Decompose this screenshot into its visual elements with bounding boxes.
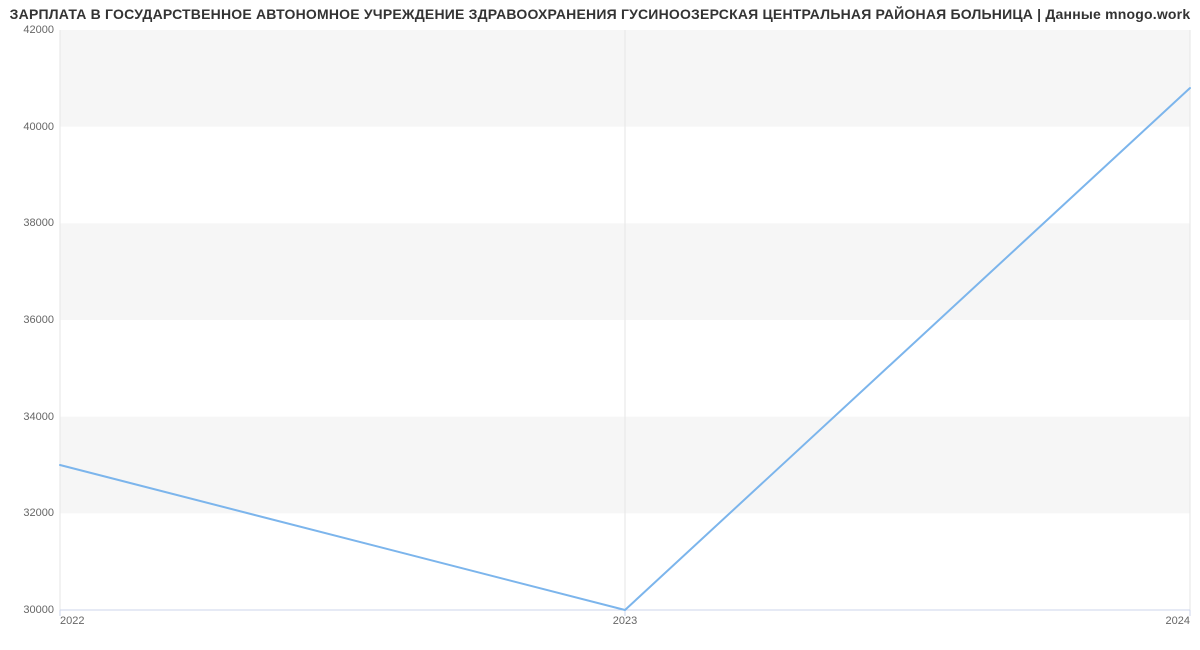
y-tick-label: 36000 — [23, 314, 54, 326]
x-tick-label: 2022 — [60, 615, 84, 627]
chart-svg — [60, 30, 1190, 610]
y-tick-label: 40000 — [23, 121, 54, 133]
y-tick-label: 42000 — [23, 24, 54, 36]
chart-container: ЗАРПЛАТА В ГОСУДАРСТВЕННОЕ АВТОНОМНОЕ УЧ… — [0, 0, 1200, 650]
plot-area — [60, 30, 1190, 610]
x-tick-label: 2024 — [1166, 615, 1190, 627]
y-tick-label: 32000 — [23, 507, 54, 519]
y-tick-label: 34000 — [23, 411, 54, 423]
chart-title: ЗАРПЛАТА В ГОСУДАРСТВЕННОЕ АВТОНОМНОЕ УЧ… — [0, 6, 1200, 22]
y-tick-label: 30000 — [23, 604, 54, 616]
x-tick-label: 2023 — [613, 615, 637, 627]
y-tick-label: 38000 — [23, 217, 54, 229]
